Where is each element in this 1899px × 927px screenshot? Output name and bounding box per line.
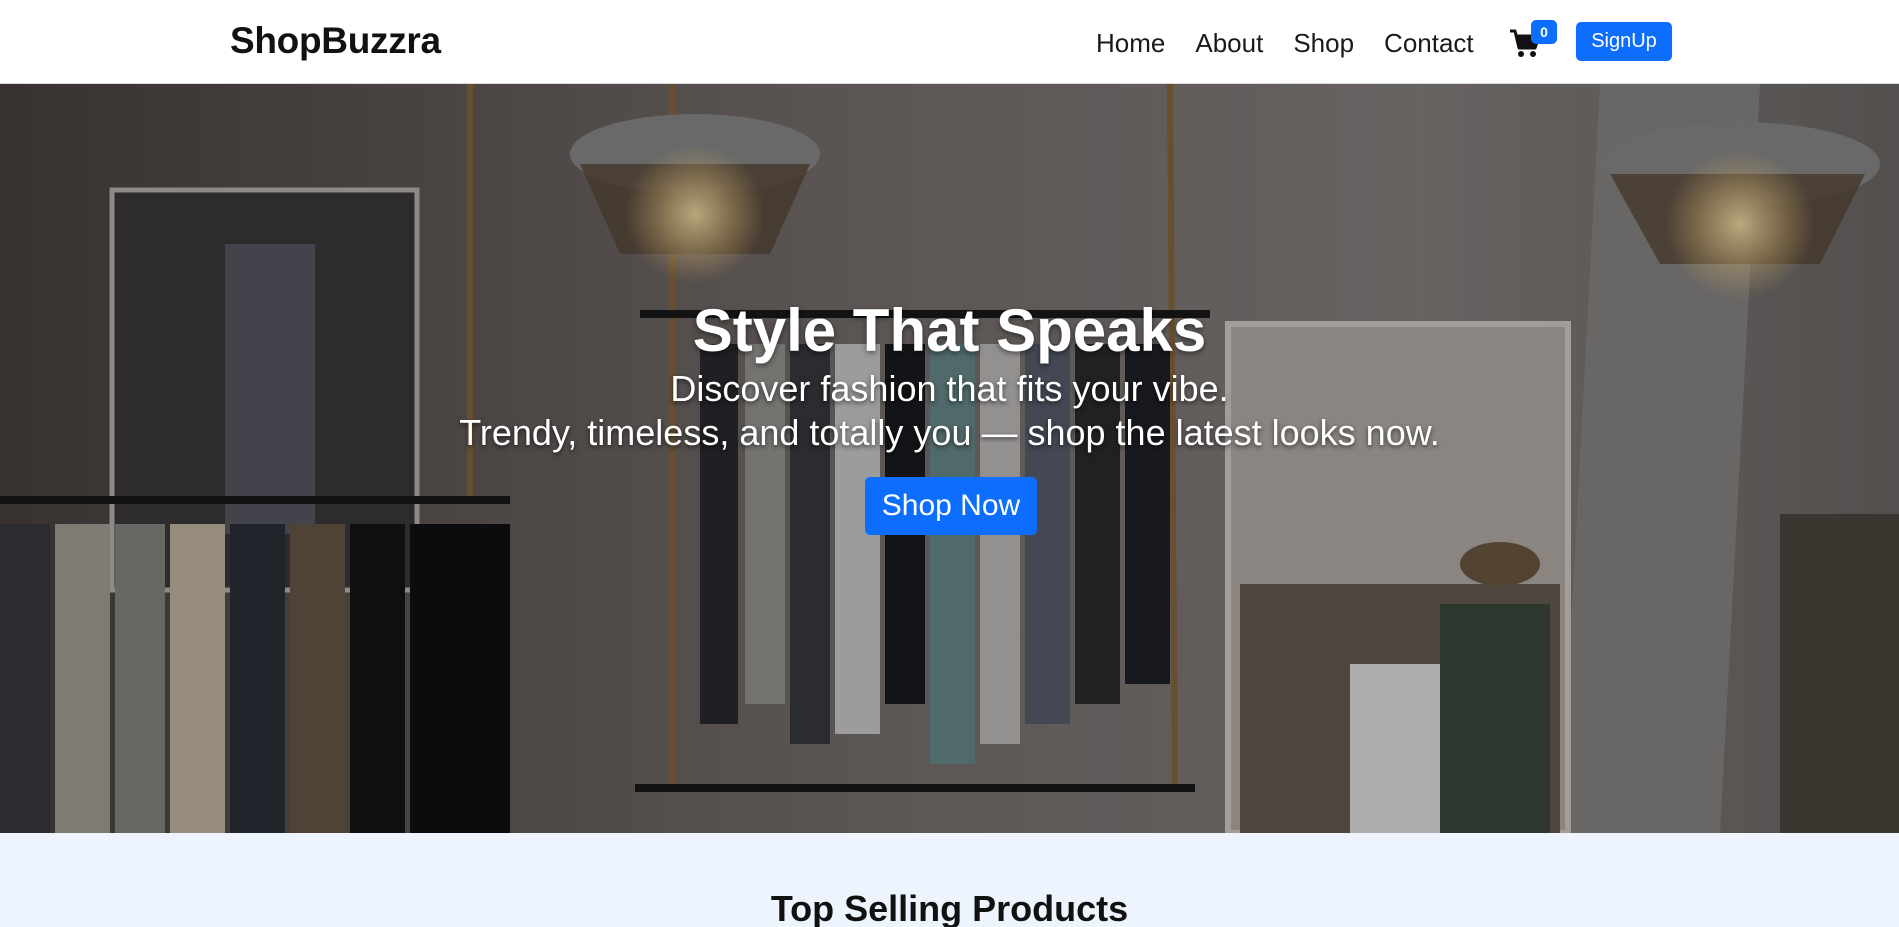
top-selling-section: Top Selling Products <box>0 833 1899 927</box>
nav-link-contact[interactable]: Contact <box>1384 28 1474 59</box>
hero-overlay <box>0 84 1899 833</box>
section-title: Top Selling Products <box>770 888 1129 927</box>
navbar: ShopBuzzra Home About Shop Contact 0 Sig… <box>0 0 1899 84</box>
signup-button[interactable]: SignUp <box>1576 22 1672 61</box>
shop-now-button[interactable]: Shop Now <box>865 477 1037 535</box>
nav-link-shop[interactable]: Shop <box>1293 28 1354 59</box>
brand-logo[interactable]: ShopBuzzra <box>230 20 441 62</box>
hero-subtitle-line1: Discover fashion that fits your vibe. <box>670 368 1229 409</box>
hero-title: Style That Speaks <box>692 297 1207 364</box>
hero-banner: Style That Speaks Discover fashion that … <box>0 84 1899 833</box>
hero-subtitle-line2: Trendy, timeless, and totally you — shop… <box>459 412 1440 453</box>
cart-count-badge: 0 <box>1531 20 1557 44</box>
nav-links: Home About Shop Contact <box>1096 27 1504 59</box>
nav-link-about[interactable]: About <box>1195 28 1263 59</box>
nav-link-home[interactable]: Home <box>1096 28 1165 59</box>
